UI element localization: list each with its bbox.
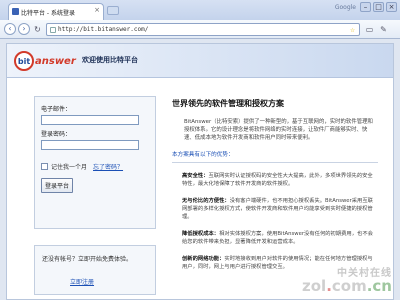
forgot-password-link[interactable]: 忘了密码？ xyxy=(93,162,123,171)
page-header: bit answer 欢迎使用比特平台 xyxy=(7,44,393,78)
zol-watermark: 中关村在线 zol.com.cn xyxy=(302,264,392,294)
login-button[interactable]: 登录平台 xyxy=(41,178,74,193)
maximize-button[interactable]: □ xyxy=(373,2,384,12)
new-tab-button[interactable] xyxy=(107,6,119,15)
web-page: bit answer 欢迎使用比特平台 电子邮件： 登录密码： 记住我一个月 忘… xyxy=(6,43,394,300)
remember-checkbox[interactable] xyxy=(41,163,48,170)
login-column: 电子邮件： 登录密码： 记住我一个月 忘了密码？ 登录平台 还没有帐号？立即开始… xyxy=(34,96,156,295)
remember-row: 记住我一个月 忘了密码？ xyxy=(41,162,149,171)
page-menu-icon[interactable]: ▭ xyxy=(364,24,375,35)
star-icon[interactable]: ☆ xyxy=(350,25,355,34)
browser-brand: Google xyxy=(334,4,356,11)
divider xyxy=(172,162,378,163)
intro-column: 世界领先的软件管理和授权方案 BitAnswer（比特安索）提供了一种新型的，基… xyxy=(172,98,382,271)
address-bar[interactable]: http://bit.bitanswer.com/ ☆ xyxy=(46,23,360,36)
feature-item: 高安全性：互联网实时认证授权码的安全性大大提高，此外，多项世界领先的安全特性，最… xyxy=(182,173,373,187)
browser-toolbar: ‹ › ↻ http://bit.bitanswer.com/ ☆ ▭ ✎ xyxy=(0,20,400,39)
login-panel: 电子邮件： 登录密码： 记住我一个月 忘了密码？ 登录平台 xyxy=(34,96,156,229)
window-controls: – □ × xyxy=(360,2,397,12)
forward-icon[interactable]: › xyxy=(18,23,30,35)
register-link[interactable]: 立即注册 xyxy=(70,277,94,286)
watermark-site: zol.com.cn xyxy=(302,277,392,295)
window-close-button[interactable]: × xyxy=(386,2,397,12)
feature-item: 降低授权成本：相对实体授权方案，使用BitAnswer没有任何的初期费用，也不会… xyxy=(182,231,373,245)
reload-icon[interactable]: ↻ xyxy=(32,24,43,35)
email-field[interactable] xyxy=(41,115,139,125)
tab-title: 比特平台 - 系统登录 xyxy=(21,10,75,17)
wrench-icon[interactable]: ✎ xyxy=(378,24,389,35)
intro-paragraph: BitAnswer（比特安索）提供了一种新型的，基于互联网的，实时的软件管理和授… xyxy=(184,119,373,141)
welcome-title: 欢迎使用比特平台 xyxy=(82,56,138,64)
minimize-button[interactable]: – xyxy=(360,2,371,12)
register-panel: 还没有帐号？立即开始免费体验。 立即注册 xyxy=(34,245,156,295)
address-url: http://bit.bitanswer.com/ xyxy=(58,26,149,33)
email-label: 电子邮件： xyxy=(41,106,72,113)
browser-tab[interactable]: 比特平台 - 系统登录 × xyxy=(8,3,104,20)
logo-wordmark: answer xyxy=(35,55,76,67)
password-field[interactable] xyxy=(41,140,139,150)
remember-label: 记住我一个月 xyxy=(51,164,88,171)
logo-mark: bit xyxy=(14,51,34,71)
features-heading: 本方案具有以下的优势： xyxy=(172,152,234,158)
password-label: 登录密码： xyxy=(41,131,72,138)
favicon-icon xyxy=(12,8,19,15)
headline: 世界领先的软件管理和授权方案 xyxy=(172,99,284,108)
close-icon[interactable]: × xyxy=(94,6,100,14)
browser-tab-strip: 比特平台 - 系统登录 × Google – □ × xyxy=(0,0,400,20)
page-icon xyxy=(50,27,56,33)
bitanswer-logo: bit answer xyxy=(14,51,76,71)
register-prompt: 还没有帐号？立即开始免费体验。 xyxy=(42,256,133,263)
back-icon[interactable]: ‹ xyxy=(4,23,16,35)
feature-item: 无与伦比的方便性：没有客户端硬件，也不用担心授权丢失。BitAnswer采用互联… xyxy=(182,198,373,220)
